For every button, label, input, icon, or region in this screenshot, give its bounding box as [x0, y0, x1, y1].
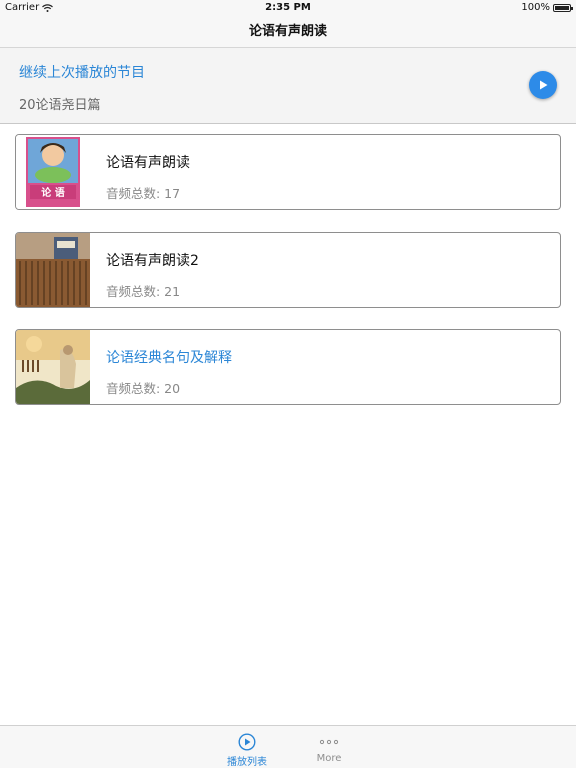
album-title: 论语有声朗读2 — [106, 253, 199, 269]
album-cover-image — [16, 330, 90, 404]
tab-more-label: More — [316, 753, 342, 764]
resume-track-name: 20论语尧日篇 — [19, 98, 101, 113]
tab-playlist[interactable]: 播放列表 — [217, 726, 277, 768]
tab-playlist-label: 播放列表 — [227, 757, 267, 768]
status-time: 2:35 PM — [265, 2, 311, 13]
album-cover-image — [16, 233, 90, 307]
album-title: 论语经典名句及解释 — [106, 350, 232, 366]
album-card[interactable]: 论语有声朗读2 音频总数: 21 — [15, 232, 561, 308]
album-cover-image: 论 语 — [16, 135, 90, 209]
play-icon — [540, 80, 548, 90]
album-card[interactable]: 论语经典名句及解释 音频总数: 20 — [15, 329, 561, 405]
battery-icon — [553, 3, 573, 12]
tab-more[interactable]: More — [299, 726, 359, 768]
resume-title: 继续上次播放的节目 — [19, 65, 145, 81]
album-track-count: 音频总数: 17 — [106, 186, 181, 201]
battery-percent: 100% — [521, 2, 550, 13]
album-cover-text: 论 语 — [41, 186, 64, 199]
more-dots-icon — [319, 739, 339, 745]
album-track-count: 音频总数: 21 — [106, 284, 181, 299]
tab-bar: 播放列表 More — [0, 725, 576, 768]
resume-play-button[interactable] — [529, 71, 557, 99]
navigation-bar: 论语有声朗读 — [0, 16, 576, 48]
battery-indicator: 100% — [521, 2, 573, 13]
album-card[interactable]: 论 语 论语有声朗读 音频总数: 17 — [15, 134, 561, 210]
play-circle-icon — [238, 733, 256, 751]
resume-playback-panel[interactable]: 继续上次播放的节目 20论语尧日篇 — [0, 48, 576, 124]
status-bar: Carrier 2:35 PM 100% — [0, 0, 576, 16]
page-title: 论语有声朗读 — [248, 24, 327, 39]
album-track-count: 音频总数: 20 — [106, 381, 181, 396]
album-title: 论语有声朗读 — [106, 155, 190, 171]
